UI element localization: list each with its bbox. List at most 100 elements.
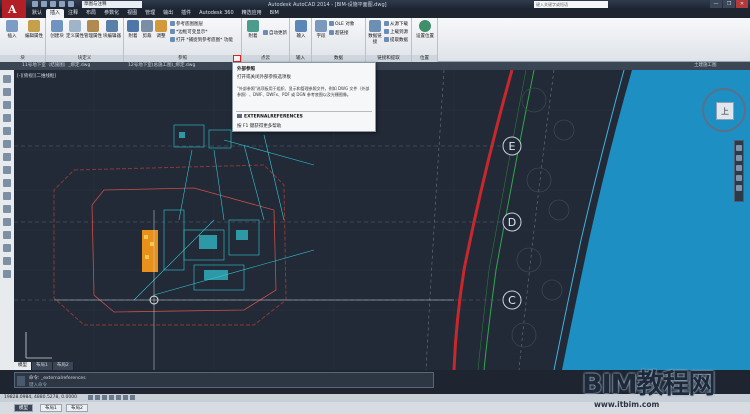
attach-button[interactable]: 附着 (126, 20, 140, 39)
layout-tab-1[interactable]: 布局1 (32, 362, 53, 370)
data-link-button[interactable]: 数据链接 (367, 20, 383, 45)
panel-title: 位置 (412, 55, 437, 62)
bottom-tab-layout1[interactable]: 布局1 (40, 404, 62, 412)
command-line[interactable]: 命令: _externalreferences 键入命令 (14, 372, 434, 388)
tool-icon[interactable] (3, 88, 11, 96)
bottom-tab-layout2[interactable]: 布局2 (66, 404, 88, 412)
maximize-button[interactable]: ❐ (723, 0, 735, 8)
panel-block-definition: 创建块 定义属性 管理属性 块编辑器 块定义 (46, 18, 124, 62)
download-from-source-button[interactable]: 从源下载 (384, 21, 408, 28)
bottom-tab-model[interactable]: 模型 (14, 404, 33, 412)
quick-access-toolbar[interactable] (32, 1, 74, 8)
data-link-icon (369, 20, 381, 32)
undo-icon[interactable] (59, 1, 65, 7)
set-location-button[interactable]: 设置位置 (414, 20, 436, 39)
tool-icon[interactable] (3, 101, 11, 109)
adjust-button[interactable]: 调整 (154, 20, 168, 39)
orbit-icon[interactable] (736, 175, 742, 181)
upload-to-source-button[interactable]: 上载到源 (384, 29, 408, 36)
application-menu-button[interactable]: A (2, 0, 26, 20)
zoom-icon[interactable] (736, 165, 742, 171)
edit-attribute-button[interactable]: 编辑属性 (23, 20, 45, 39)
grid-mode-icon[interactable] (95, 395, 100, 400)
tool-icon[interactable] (3, 231, 11, 239)
command-line-handle[interactable] (17, 376, 25, 386)
viewcube-top-face[interactable]: 上 (716, 102, 734, 120)
tab-plugins[interactable]: 插件 (177, 9, 195, 18)
define-attribute-button[interactable]: 定义属性 (66, 20, 84, 39)
open-icon[interactable] (41, 1, 47, 7)
object-snap-tracking-icon[interactable] (123, 395, 128, 400)
site-boundary (53, 164, 287, 326)
drawing-canvas[interactable]: E D C (14, 70, 750, 370)
window-title: Autodesk AutoCAD 2014 - [BIM-设施平面图.dwg] (268, 2, 387, 8)
ole-object-button[interactable]: OLE 对象 (329, 21, 354, 28)
import-button[interactable]: 输入 (292, 20, 310, 39)
tab-featured-apps[interactable]: 精选应用 (238, 9, 266, 18)
tool-icon[interactable] (3, 192, 11, 200)
tab-autodesk360[interactable]: Autodesk 360 (195, 9, 238, 18)
snap-mode-icon[interactable] (88, 395, 93, 400)
ortho-mode-icon[interactable] (102, 395, 107, 400)
tool-icon[interactable] (3, 270, 11, 278)
tool-icon[interactable] (3, 114, 11, 122)
tool-icon[interactable] (3, 75, 11, 83)
tool-icon[interactable] (3, 218, 11, 226)
close-button[interactable]: ✕ (736, 0, 748, 8)
create-block-icon (51, 20, 63, 32)
tab-layout[interactable]: 布局 (82, 9, 100, 18)
tool-icon[interactable] (3, 244, 11, 252)
viewport-controls[interactable]: [-][俯视][二维线框] (17, 73, 56, 79)
reference-dialog-launcher-button[interactable] (233, 55, 241, 62)
redo-icon[interactable] (68, 1, 74, 7)
field-button[interactable]: 字段 (314, 20, 328, 39)
tab-manage[interactable]: 管理 (141, 9, 159, 18)
tab-output[interactable]: 输出 (159, 9, 177, 18)
tool-icon[interactable] (3, 179, 11, 187)
tool-icon[interactable] (3, 205, 11, 213)
tab-view[interactable]: 视图 (123, 9, 141, 18)
object-snap-icon[interactable] (116, 395, 121, 400)
file-tab-1[interactable]: 11号地下室（结施图）_绑定.dwg (22, 62, 90, 70)
underlay-layers-button[interactable]: 参考底图图层 (170, 21, 203, 28)
hyperlink-button[interactable]: 超链接 (329, 30, 349, 37)
pointcloud-attach-button[interactable]: 附着 (244, 20, 262, 39)
tool-icon[interactable] (3, 140, 11, 148)
insert-block-button[interactable]: 插入 (2, 20, 22, 39)
tab-default[interactable]: 默认 (28, 9, 46, 18)
lineweight-icon[interactable] (130, 395, 135, 400)
save-icon[interactable] (50, 1, 56, 7)
tool-icon[interactable] (3, 127, 11, 135)
tab-annotate[interactable]: 注释 (64, 9, 82, 18)
minimize-button[interactable]: — (710, 0, 722, 8)
viewcube[interactable]: 上 (702, 88, 746, 132)
block-editor-button[interactable]: 块编辑器 (102, 20, 122, 39)
showmotion-icon[interactable] (736, 185, 742, 191)
layout-tab-2[interactable]: 布局2 (52, 362, 74, 370)
tab-parametric[interactable]: 参数化 (100, 9, 123, 18)
grid-label-c: C (508, 294, 516, 307)
file-tab-2[interactable]: 12号地下室(总施工图)_绑定.dwg (128, 62, 195, 70)
command-input[interactable]: 键入命令 (29, 382, 47, 388)
create-block-button[interactable]: 创建块 (48, 20, 66, 39)
manage-attributes-button[interactable]: 管理属性 (84, 20, 102, 39)
search-input[interactable]: 键入关键字或短语 (534, 1, 608, 8)
tab-bim[interactable]: BIM (266, 9, 283, 18)
new-icon[interactable] (32, 1, 38, 7)
auto-update-button[interactable]: 自动更新 (263, 30, 287, 37)
tool-icon[interactable] (3, 257, 11, 265)
tab-insert[interactable]: 插入 (46, 9, 65, 18)
file-tab-3[interactable]: 土建施工图 (694, 62, 717, 70)
drawing-svg: E D C (14, 70, 750, 370)
frames-vary-dropdown[interactable]: *边框可变显示* (170, 29, 208, 36)
workspace-select[interactable]: 草图与注释 (82, 1, 142, 8)
layout-tab-model[interactable]: 模型 (14, 362, 32, 370)
tool-icon[interactable] (3, 166, 11, 174)
pan-icon[interactable] (736, 155, 742, 161)
clip-button[interactable]: 剪裁 (140, 20, 154, 39)
tool-icon[interactable] (3, 153, 11, 161)
extract-data-button[interactable]: 提取数据 (384, 37, 408, 44)
snap-underlays-toggle[interactable]: 打开 *捕捉到参考底图* 功能 (170, 37, 233, 44)
steering-wheel-icon[interactable] (736, 145, 742, 151)
polar-tracking-icon[interactable] (109, 395, 114, 400)
